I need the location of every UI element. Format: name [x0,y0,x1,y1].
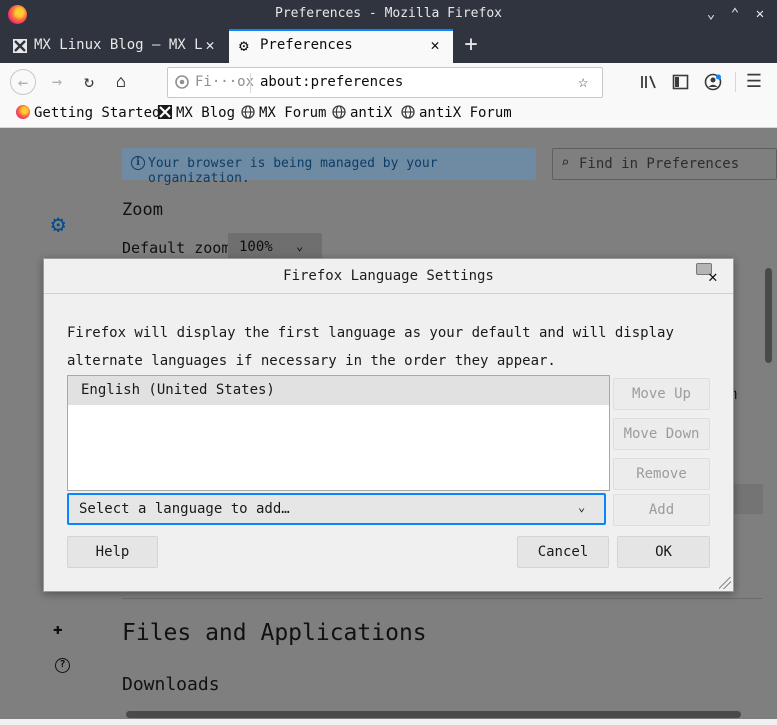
globe-icon [241,105,255,119]
section-divider [122,598,762,599]
forward-button[interactable]: → [44,69,70,95]
ok-button[interactable]: OK [617,536,710,568]
bookmarks-toolbar: Getting Started MX Blog MX Forum antiX a… [0,101,777,128]
close-dialog-icon[interactable]: ✕ [708,267,718,286]
new-tab-button[interactable]: + [459,32,483,60]
remove-button[interactable]: Remove [613,458,710,490]
cancel-button[interactable]: Cancel [517,536,609,568]
downloads-heading: Downloads [122,674,220,695]
url-separator [250,73,251,93]
horizontal-scrollbar[interactable] [126,711,741,718]
language-label: English (United States) [81,382,275,398]
home-button[interactable]: ⌂ [108,69,134,95]
mx-logo-icon [158,105,172,119]
globe-icon [401,105,415,119]
zoom-value: 100% [239,239,273,255]
bookmark-antix[interactable]: antiX [332,105,392,125]
tab-label: Preferences [260,37,353,53]
maximize-icon[interactable]: ⌃ [725,4,745,24]
tab-strip: MX Linux Blog – MX Linux ✕ ⚙ Preferences… [0,29,777,63]
bookmark-mx-blog[interactable]: MX Blog [158,105,235,125]
sidebar-icon[interactable] [672,74,689,90]
bookmark-antix-forum[interactable]: antiX Forum [401,105,512,125]
bookmark-label: MX Blog [176,105,236,121]
dialog-title: Firefox Language Settings [283,268,494,284]
close-tab-icon[interactable]: ✕ [203,37,217,53]
bookmark-getting-started[interactable]: Getting Started [16,105,160,125]
globe-icon [332,105,346,119]
move-up-button[interactable]: Move Up [613,378,710,410]
info-icon: i [131,156,145,170]
find-placeholder: Find in Preferences [579,156,740,172]
dialog-titlebar: Firefox Language Settings ✕ [44,259,733,294]
help-button[interactable]: Help [67,536,158,568]
identity-firefox-icon [175,75,189,89]
bookmark-star-icon[interactable]: ☆ [578,72,588,92]
general-category-gear-icon[interactable]: ⚙ [51,210,65,238]
obscured-control [733,484,763,514]
navigation-toolbar: ← → ↻ ⌂ Fi···ox about:preferences ☆ ☰ [0,63,777,101]
bookmark-label: MX Forum [259,105,327,121]
resize-grip[interactable] [719,577,731,589]
bookmark-label: antiX [350,105,393,121]
default-zoom-label: Default zoom [122,239,231,257]
library-icon[interactable] [640,74,657,90]
identity-label: Fi···ox [195,74,255,90]
list-item[interactable]: English (United States) [68,376,609,405]
reload-button[interactable]: ↻ [76,69,102,95]
chevron-down-icon: ⌄ [296,239,304,253]
hamburger-menu-icon[interactable]: ☰ [741,69,767,95]
tab-label: MX Linux Blog – MX Linux [34,37,202,53]
toolbar-separator [735,72,736,92]
tab-preferences[interactable]: ⚙ Preferences ✕ [229,29,453,63]
find-in-preferences-input[interactable]: ⌕ Find in Preferences [552,148,777,180]
extensions-puzzle-icon[interactable]: ✚ [53,619,63,638]
language-settings-dialog: Firefox Language Settings ✕ Firefox will… [43,258,734,592]
move-down-button[interactable]: Move Down [613,418,710,450]
dialog-description: Firefox will display the first language … [67,325,674,369]
language-list[interactable]: English (United States) [67,375,610,491]
url-text[interactable]: about:preferences [260,74,403,90]
tab-mx-linux-blog[interactable]: MX Linux Blog – MX Linux ✕ [0,29,228,63]
bookmark-label: antiX Forum [419,105,512,121]
close-tab-icon[interactable]: ✕ [428,37,442,53]
window-title: Preferences - Mozilla Firefox [275,6,502,21]
back-button[interactable]: ← [10,69,36,95]
files-and-applications-heading: Files and Applications [122,620,427,646]
add-language-select[interactable]: Select a language to add… ⌄ [67,493,606,525]
page-bottom-edge [0,719,777,725]
account-icon[interactable] [704,73,722,91]
gear-icon: ⚙ [239,36,249,55]
managed-notice[interactable]: i Your browser is being managed by your … [122,148,536,186]
help-question-icon[interactable]: ? [55,658,70,673]
mx-logo-icon [13,39,27,53]
firefox-icon [16,105,30,119]
url-bar[interactable]: Fi···ox about:preferences ☆ [167,67,603,98]
zoom-heading: Zoom [122,200,163,220]
close-window-icon[interactable]: ✕ [750,4,770,24]
bookmark-mx-forum[interactable]: MX Forum [241,105,326,125]
vertical-scrollbar[interactable] [765,268,772,363]
search-icon: ⌕ [561,155,570,171]
select-placeholder: Select a language to add… [79,501,290,517]
managed-notice-text: Your browser is being managed by your or… [148,156,438,186]
window-titlebar: Preferences - Mozilla Firefox ⌄ ⌃ ✕ [0,0,777,29]
bookmark-label: Getting Started [34,105,161,121]
add-button[interactable]: Add [613,494,710,526]
chevron-down-icon: ⌄ [578,500,586,514]
minimize-icon[interactable]: ⌄ [701,4,721,24]
